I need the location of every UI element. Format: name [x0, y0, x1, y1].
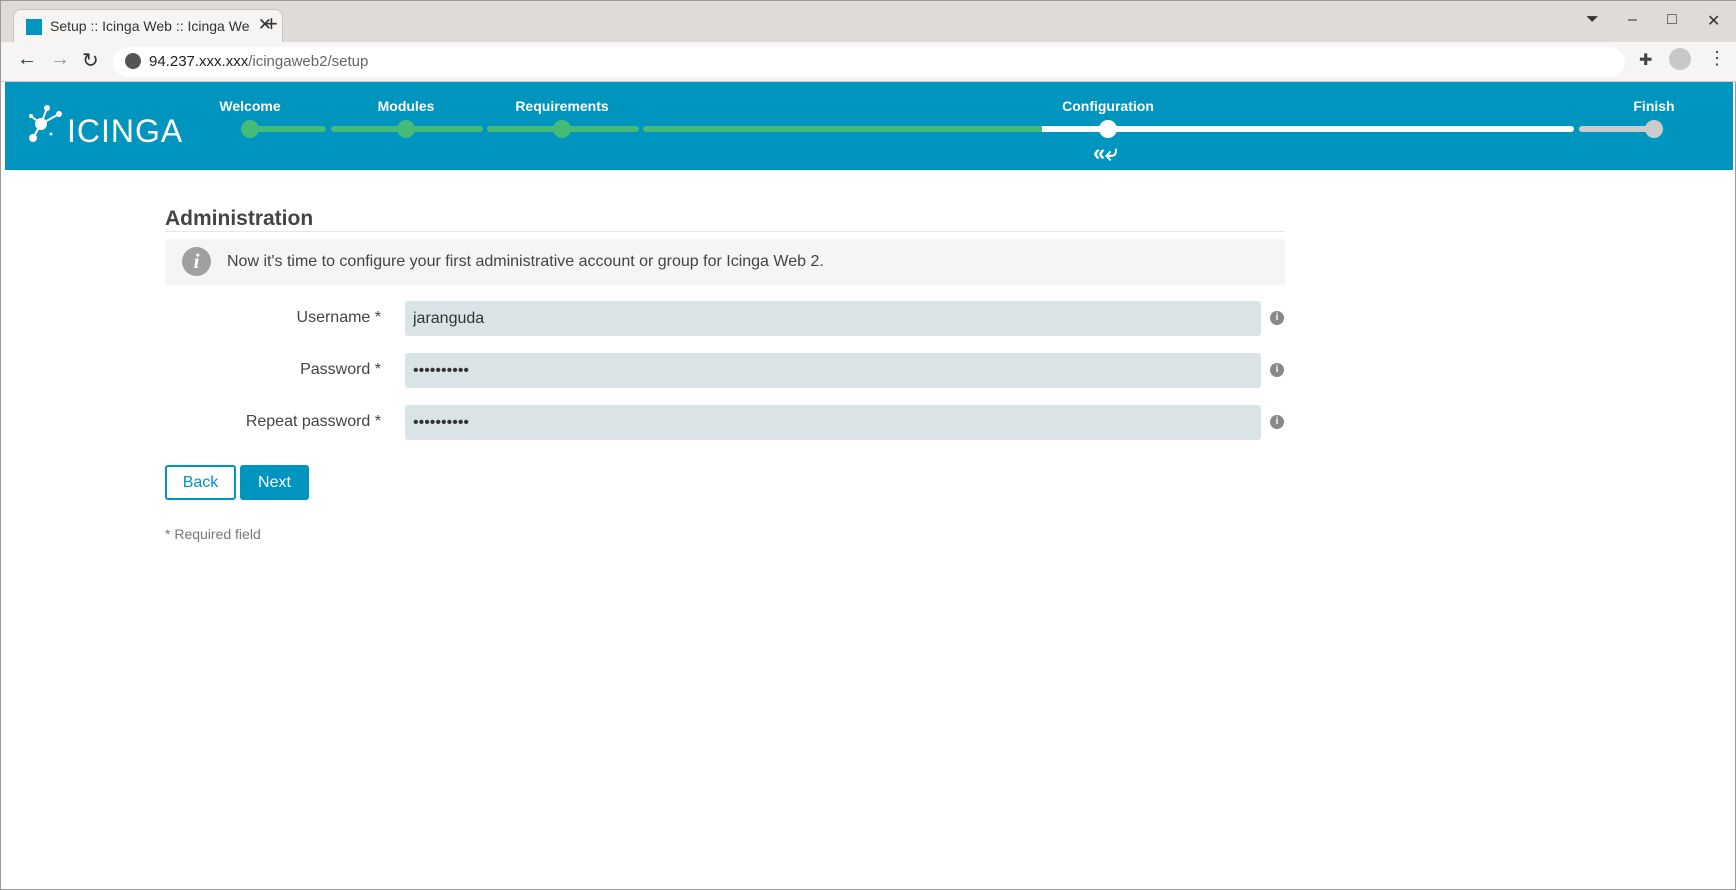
next-button[interactable]: Next — [240, 465, 309, 500]
info-icon: i — [182, 247, 211, 276]
menu-icon[interactable]: ⋮ — [1708, 48, 1726, 69]
progress-segment — [643, 126, 1045, 132]
repeat-password-input[interactable] — [405, 405, 1261, 440]
info-box: i Now it's time to configure your first … — [165, 239, 1285, 285]
current-step-arrow-icon: «⤶ — [1093, 140, 1118, 165]
username-input[interactable] — [405, 301, 1261, 336]
username-label: Username * — [296, 309, 381, 326]
help-icon[interactable]: i — [1270, 363, 1284, 377]
step-requirements: Requirements — [515, 98, 609, 114]
password-label: Password * — [300, 361, 381, 378]
help-icon[interactable]: i — [1270, 415, 1284, 429]
help-icon[interactable]: i — [1270, 311, 1284, 325]
maximize-icon[interactable]: □ — [1667, 11, 1677, 29]
minimize-icon[interactable]: – — [1628, 11, 1637, 29]
browser-tab[interactable]: Setup :: Icinga Web :: Icinga Web 2 ✕ — [13, 9, 283, 42]
password-input[interactable] — [405, 353, 1261, 388]
page-title: Administration — [165, 207, 314, 230]
progress-segment — [1579, 126, 1654, 132]
new-tab-icon[interactable]: + — [265, 11, 278, 37]
step-dot-done — [241, 120, 259, 138]
tab-bar: Setup :: Icinga Web :: Icinga Web 2 ✕ + … — [1, 1, 1736, 42]
forward-arrow-icon[interactable]: → — [50, 48, 70, 71]
icinga-logo-icon — [29, 105, 62, 142]
reload-icon[interactable]: ↻ — [82, 48, 99, 73]
url-path: /icingaweb2/setup — [248, 53, 369, 70]
step-finish: Finish — [1633, 98, 1675, 114]
progress-segment — [1042, 126, 1574, 132]
tab-title: Setup :: Icinga Web :: Icinga Web 2 — [50, 18, 250, 34]
setup-header: ICINGA Welcome Modules Requirements Conf… — [5, 82, 1733, 170]
profile-icon[interactable] — [1669, 48, 1691, 70]
back-arrow-icon[interactable]: ← — [17, 48, 37, 71]
required-field-note: * Required field — [165, 526, 261, 542]
url-host: 94.237.xxx.xxx — [149, 53, 249, 70]
step-dot-done — [397, 120, 415, 138]
repeat-password-label: Repeat password * — [245, 413, 381, 430]
step-modules: Modules — [377, 98, 435, 114]
globe-icon — [125, 53, 141, 69]
step-dot-done — [553, 120, 571, 138]
tab-search-icon[interactable]: ⏷ — [1586, 11, 1599, 29]
icinga-favicon-icon — [26, 19, 42, 35]
step-welcome: Welcome — [219, 98, 281, 114]
step-dot-current — [1099, 120, 1117, 138]
url-input[interactable]: 94.237.xxx.xxx/icingaweb2/setup — [113, 47, 1625, 77]
extensions-icon[interactable]: ✚ — [1639, 50, 1652, 70]
logo-text: ICINGA — [67, 113, 184, 149]
step-dot-pending — [1645, 120, 1663, 138]
close-window-icon[interactable]: ✕ — [1707, 11, 1720, 31]
divider — [165, 231, 1285, 232]
back-button[interactable]: Back — [165, 465, 236, 500]
step-configuration: Configuration — [1062, 98, 1154, 114]
info-text: Now it's time to configure your first ad… — [227, 253, 824, 270]
address-bar: ← → ↻ 94.237.xxx.xxx/icingaweb2/setup ✚ … — [1, 42, 1736, 82]
